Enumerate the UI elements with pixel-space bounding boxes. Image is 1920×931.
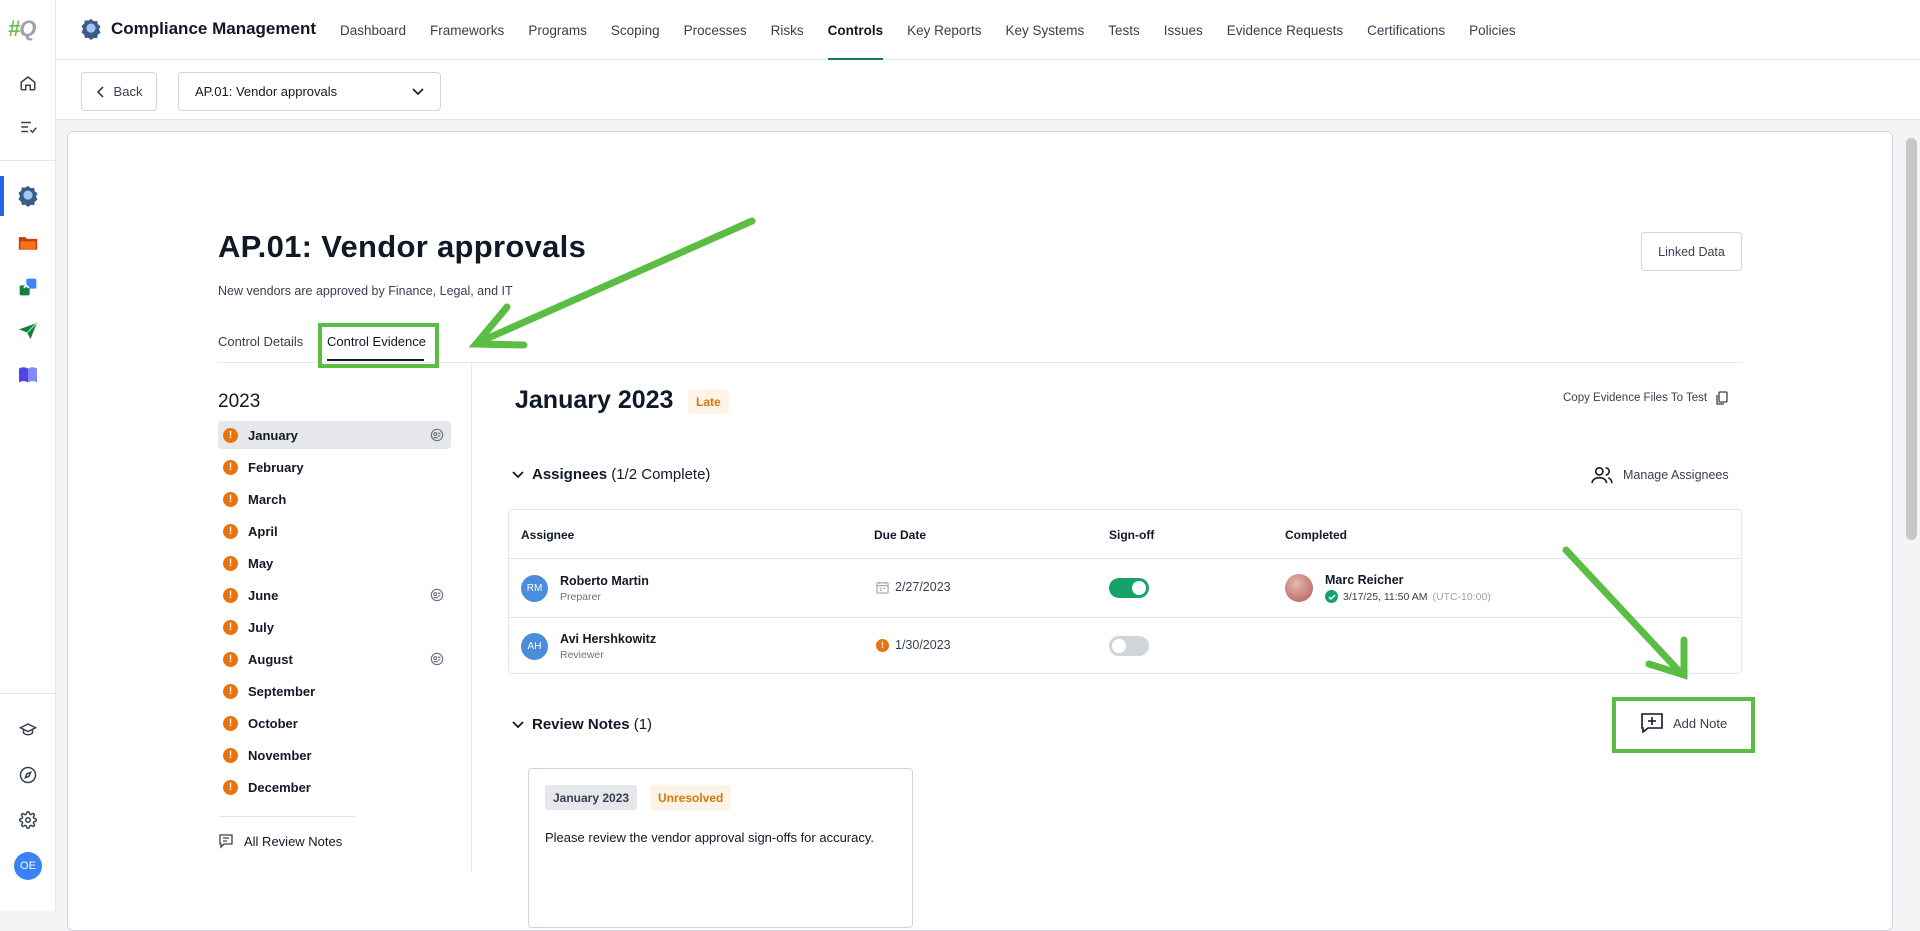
annotation-arrows [468, 217, 1688, 680]
